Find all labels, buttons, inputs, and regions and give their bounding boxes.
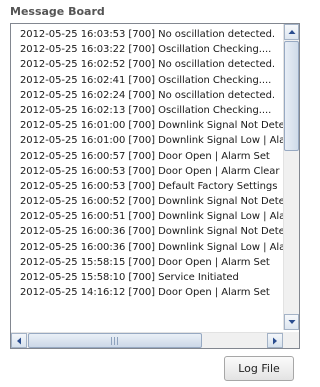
log-line: 2012-05-25 16:00:36 [700] Downlink Signa… (20, 226, 283, 238)
horizontal-scrollbar[interactable] (11, 332, 283, 348)
log-line: 2012-05-25 14:16:12 [700] Door Open | Al… (20, 287, 270, 299)
arrow-left-icon (17, 337, 21, 344)
log-line: 2012-05-25 16:03:22 [700] Oscillation Ch… (20, 44, 272, 56)
scrollbar-corner (283, 332, 299, 348)
scroll-left-button[interactable] (11, 333, 27, 348)
log-line: 2012-05-25 16:03:53 [700] No oscillation… (20, 29, 276, 40)
log-line: 2012-05-25 16:00:57 [700] Door Open | Al… (20, 150, 270, 162)
log-line: 2012-05-25 16:01:00 [700] Downlink Signa… (20, 135, 283, 147)
grip-icon (111, 337, 119, 345)
scroll-right-button[interactable] (267, 333, 283, 348)
log-line: 2012-05-25 15:58:15 [700] Door Open | Al… (20, 256, 270, 268)
message-log-list: 2012-05-25 16:03:53 [700] No oscillation… (11, 24, 283, 330)
vertical-scrollbar[interactable] (283, 24, 299, 330)
message-board-title: Message Board (10, 5, 105, 18)
arrow-up-icon (288, 30, 295, 34)
vertical-scroll-thumb[interactable] (284, 41, 299, 151)
arrow-right-icon (273, 337, 277, 344)
scroll-down-button[interactable] (284, 314, 299, 330)
log-line: 2012-05-25 16:02:13 [700] Oscillation Ch… (20, 104, 272, 116)
log-line: 2012-05-25 16:00:53 [700] Default Factor… (20, 180, 278, 192)
log-line: 2012-05-25 16:00:51 [700] Downlink Signa… (20, 211, 283, 223)
log-line: 2012-05-25 16:00:53 [700] Door Open | Al… (20, 165, 280, 177)
log-line: 2012-05-25 16:00:36 [700] Downlink Signa… (20, 241, 283, 253)
message-log-box[interactable]: 2012-05-25 16:03:53 [700] No oscillation… (10, 23, 300, 349)
log-line: 2012-05-25 16:02:24 [700] No oscillation… (20, 89, 276, 101)
log-line: 2012-05-25 15:58:10 [700] Service Initia… (20, 272, 239, 283)
scroll-up-button[interactable] (284, 24, 299, 40)
log-line: 2012-05-25 16:02:41 [700] Oscillation Ch… (20, 74, 272, 86)
log-line: 2012-05-25 16:00:52 [700] Downlink Signa… (20, 196, 283, 208)
horizontal-scroll-thumb[interactable] (28, 333, 202, 348)
log-file-button[interactable]: Log File (224, 356, 294, 381)
log-line: 2012-05-25 16:02:52 [700] No oscillation… (20, 59, 276, 71)
log-line: 2012-05-25 16:01:00 [700] Downlink Signa… (20, 120, 283, 132)
arrow-down-icon (288, 320, 295, 324)
